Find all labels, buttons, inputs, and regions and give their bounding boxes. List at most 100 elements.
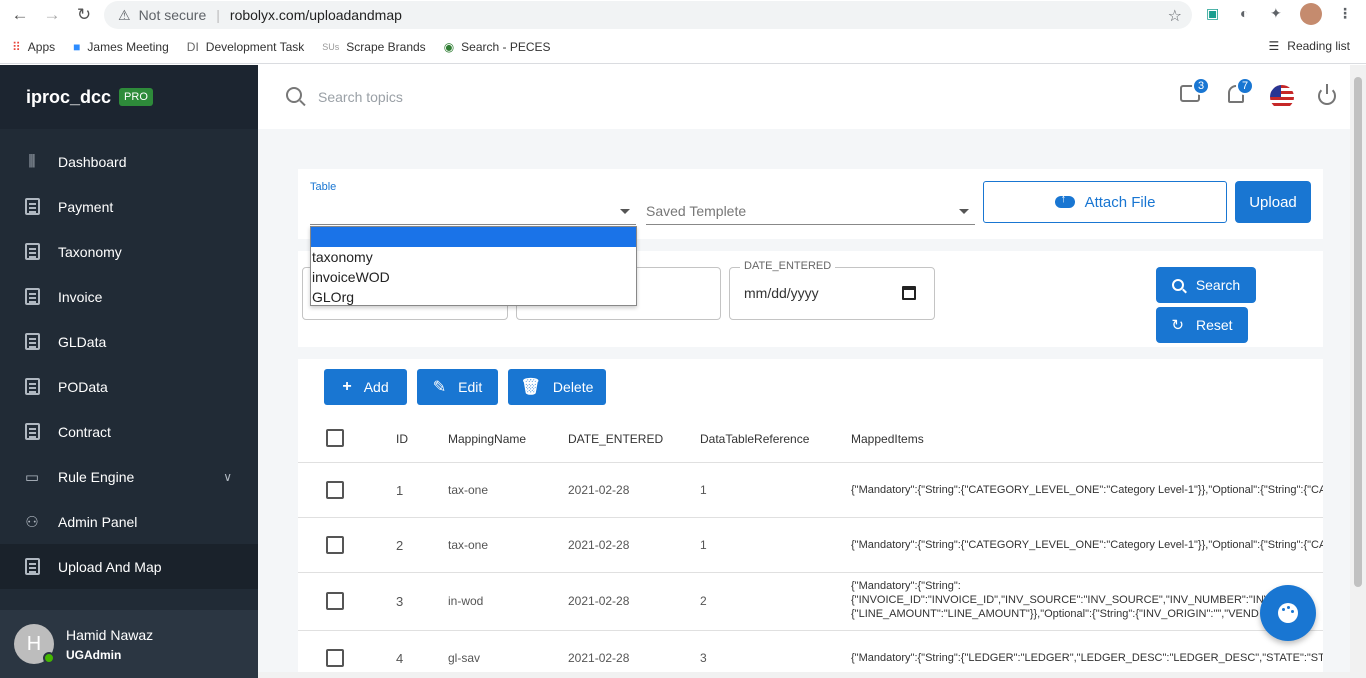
search-button[interactable]: Search [1156, 267, 1256, 303]
table-select[interactable] [310, 197, 636, 225]
sidebar-item-gldata[interactable]: GLData [0, 319, 258, 364]
row-date: 2021-02-28 [568, 538, 630, 552]
url-text: robolyx.com/uploadandmap [229, 7, 402, 23]
bookmark-james-meeting[interactable]: ■ James Meeting [73, 40, 169, 54]
plus-icon: + [342, 378, 352, 395]
saved-template-select[interactable]: Saved Templete [646, 197, 975, 225]
row-checkbox[interactable] [326, 649, 344, 667]
attach-file-button[interactable]: Attach File [983, 181, 1227, 223]
sidebar-item-dashboard[interactable]: ⫼ Dashboard [0, 139, 258, 184]
avatar: H [14, 624, 55, 664]
sidebar-item-podata[interactable]: POData [0, 364, 258, 409]
table-row[interactable]: 4 gl-sav 2021-02-28 3 {"Mandatory":{"Str… [298, 631, 1323, 678]
row-reference: 2 [700, 594, 707, 608]
row-mapped-items: {"Mandatory":{"String":{"LEDGER":"LEDGER… [851, 652, 1323, 664]
brand[interactable]: iproc_dcc PRO [0, 65, 258, 129]
chat-button[interactable]: 3 [1180, 77, 1210, 102]
document-icon [22, 243, 42, 261]
sidebar-item-payment[interactable]: Payment [0, 184, 258, 229]
date-entered-field[interactable]: DATE_ENTERED mm/dd/yyyy [729, 260, 935, 320]
row-checkbox[interactable] [326, 592, 344, 610]
horizontal-scrollbar[interactable] [258, 672, 1350, 678]
reload-icon[interactable]: ↻ [68, 1, 100, 29]
date-entered-value: mm/dd/yyyy [744, 285, 819, 301]
back-arrow-icon[interactable]: ← [4, 1, 36, 29]
sidebar-item-taxonomy[interactable]: Taxonomy [0, 229, 258, 274]
address-bar[interactable]: ⚠ Not secure | robolyx.com/uploadandmap … [104, 1, 1192, 29]
user-name: Hamid Nawaz [66, 626, 154, 643]
dropdown-option-invoicewod[interactable]: invoiceWOD [311, 267, 636, 287]
column-header-data-table-reference[interactable]: DataTableReference [700, 432, 809, 446]
sidebar-item-invoice[interactable]: Invoice [0, 274, 258, 319]
table-row[interactable]: 3 in-wod 2021-02-28 2 {"Mandatory":{"Str… [298, 573, 1323, 631]
pencil-icon: ✎ [432, 379, 447, 396]
vpn-extension-icon[interactable]: ◐ [1240, 5, 1248, 21]
date-entered-label: DATE_ENTERED [740, 260, 836, 272]
reset-button[interactable]: ↻ Reset [1156, 307, 1248, 343]
table-row[interactable]: 1 tax-one 2021-02-28 1 {"Mandatory":{"St… [298, 463, 1323, 518]
row-checkbox[interactable] [326, 536, 344, 554]
row-reference: 3 [700, 651, 707, 665]
theme-palette-button[interactable] [1260, 585, 1316, 641]
row-reference: 1 [700, 483, 707, 497]
bookmark-scrape-brands[interactable]: SUs Scrape Brands [322, 40, 425, 54]
vertical-scrollbar[interactable] [1350, 65, 1366, 678]
add-button[interactable]: + Add [324, 369, 407, 405]
sidebar-item-rule-engine[interactable]: ▭ Rule Engine ∨ [0, 454, 258, 499]
bookmark-star-icon[interactable]: ☆ [1168, 6, 1182, 26]
bookmark-development-task[interactable]: DI Development Task [187, 40, 305, 54]
online-status-dot [43, 652, 55, 664]
briefcase-icon: ▭ [24, 468, 40, 486]
column-header-mapping-name[interactable]: MappingName [448, 432, 526, 446]
sidebar-item-admin-panel[interactable]: ⚇ Admin Panel [0, 499, 258, 544]
bookmark-apps[interactable]: ⠿ Apps [12, 40, 55, 54]
sidebar-item-contract[interactable]: Contract [0, 409, 258, 454]
bookmark-search-peces[interactable]: ◉ Search - PECES [444, 40, 551, 54]
table-row[interactable]: 2 tax-one 2021-02-28 1 {"Mandatory":{"St… [298, 518, 1323, 573]
profile-avatar[interactable] [1300, 3, 1322, 25]
sidebar-menu: ⫼ Dashboard Payment Taxonomy Invoice GLD… [0, 139, 258, 589]
search-input[interactable] [318, 85, 718, 109]
forward-arrow-icon[interactable]: → [36, 1, 68, 29]
select-all-checkbox[interactable] [326, 429, 344, 447]
row-reference: 1 [700, 538, 707, 552]
row-date: 2021-02-28 [568, 594, 630, 608]
column-header-id[interactable]: ID [396, 432, 408, 446]
user-panel[interactable]: H Hamid Nawaz UGAdmin [0, 610, 258, 678]
dropdown-option-taxonomy[interactable]: taxonomy [311, 247, 636, 267]
upload-button[interactable]: Upload [1235, 181, 1311, 223]
sidebar-item-upload-and-map[interactable]: Upload And Map [0, 544, 258, 589]
row-mapped-items-line-2: {"INVOICE_ID":"INVOICE_ID","INV_SOURCE":… [851, 594, 1272, 606]
browser-toolbar: ← → ↻ ⚠ Not secure | robolyx.com/uploada… [0, 0, 1366, 30]
edit-button[interactable]: ✎ Edit [417, 369, 498, 405]
row-date: 2021-02-28 [568, 483, 630, 497]
notifications-button[interactable]: 7 [1228, 77, 1254, 103]
dropdown-option-blank[interactable] [311, 227, 636, 247]
di-icon: DI [186, 39, 199, 54]
dropdown-arrow-icon [620, 209, 630, 214]
us-flag-icon[interactable] [1270, 85, 1294, 109]
power-icon[interactable] [1318, 84, 1336, 105]
chat-count-badge: 3 [1192, 77, 1210, 95]
menu-kebab-icon[interactable]: ⋮ [1338, 5, 1352, 22]
screen-share-extension-icon[interactable]: ▣ [1206, 5, 1219, 22]
row-mapped-items: {"Mandatory":{"String":{"CATEGORY_LEVEL_… [851, 484, 1323, 496]
row-checkbox[interactable] [326, 481, 344, 499]
row-id: 1 [396, 483, 404, 498]
apps-grid-icon: ⠿ [12, 39, 21, 54]
document-icon [22, 288, 42, 306]
security-label: Not secure [138, 7, 207, 23]
extensions-puzzle-icon[interactable]: ✦ [1270, 5, 1282, 22]
reading-list[interactable]: ☰ Reading list [1269, 39, 1350, 53]
calendar-icon[interactable] [902, 286, 916, 300]
row-mapped-items-line-1: {"Mandatory":{"String": [851, 580, 961, 592]
column-header-mapped-items[interactable]: MappedItems [851, 432, 924, 446]
row-id: 3 [396, 594, 404, 609]
scrollbar-thumb[interactable] [1354, 77, 1362, 587]
chevron-down-icon: ∨ [223, 469, 232, 484]
dropdown-option-glorg[interactable]: GLOrg [311, 287, 636, 307]
search-icon [286, 87, 302, 103]
delete-button[interactable]: 🗑 Delete [508, 369, 606, 405]
column-header-date-entered[interactable]: DATE_ENTERED [568, 432, 663, 446]
sidebar: iproc_dcc PRO ⫼ Dashboard Payment Taxono… [0, 65, 258, 678]
